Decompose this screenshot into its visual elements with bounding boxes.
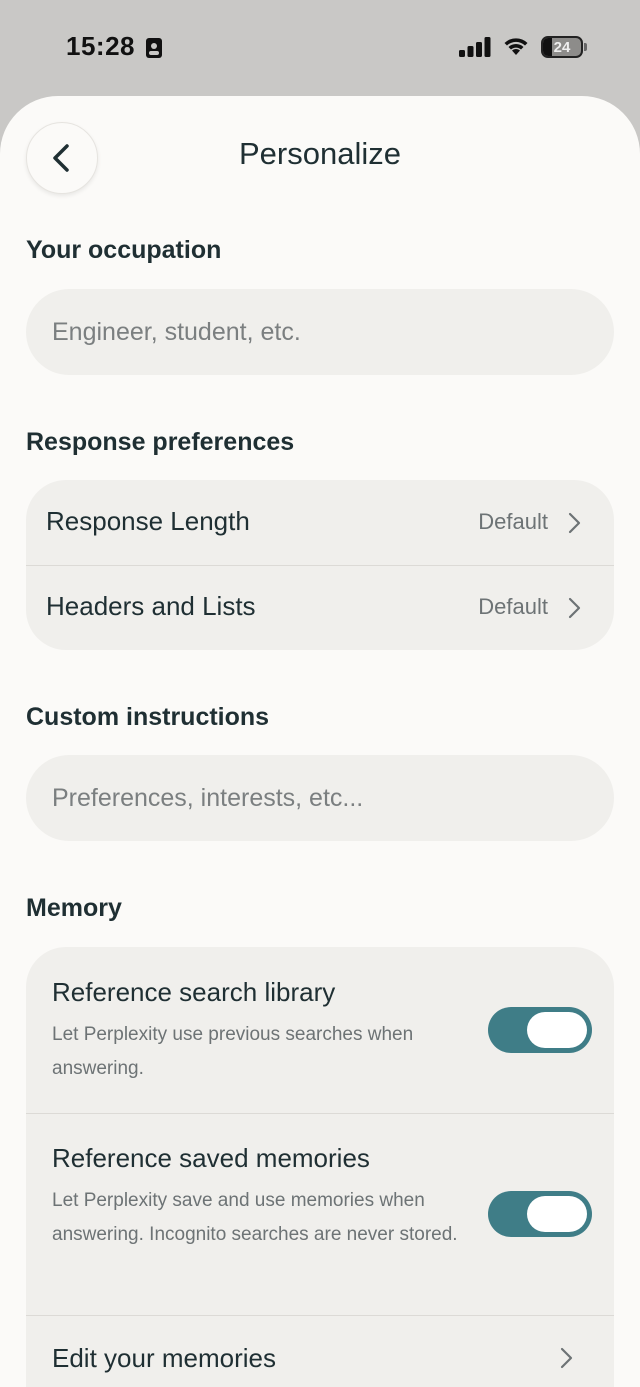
page-title: Personalize <box>239 136 401 171</box>
memory-group: Reference search library Let Perplexity … <box>26 947 614 1387</box>
toggle-knob <box>527 1012 587 1048</box>
status-time: 15:28 <box>66 31 135 61</box>
response-length-value: Default <box>478 509 548 534</box>
reference-search-library-toggle[interactable] <box>488 1007 592 1053</box>
cellular-signal-icon <box>459 37 491 57</box>
battery-cap <box>584 43 587 51</box>
section-title-custom-instructions: Custom instructions <box>26 703 270 731</box>
custom-instructions-input[interactable] <box>26 755 614 841</box>
reference-search-library-label: Reference search library <box>52 977 336 1007</box>
reference-search-library-description: Let Perplexity use previous searches whe… <box>52 1024 414 1079</box>
occupation-input[interactable] <box>26 289 614 375</box>
reference-saved-memories-row: Reference saved memories Let Perplexity … <box>26 1114 614 1315</box>
section-title-response-preferences: Response preferences <box>26 428 295 456</box>
chevron-right-icon <box>568 597 581 619</box>
section-title-memory: Memory <box>26 894 122 922</box>
toggle-knob <box>527 1196 587 1232</box>
chevron-right-icon <box>560 1347 573 1369</box>
status-bar: 15:28 24 <box>0 0 640 96</box>
edit-memories-row[interactable]: Edit your memories <box>26 1316 614 1387</box>
response-length-label: Response Length <box>46 506 250 536</box>
reference-saved-memories-description: Let Perplexity save and use memories whe… <box>52 1190 458 1245</box>
response-length-row[interactable]: Response Length Default <box>26 480 614 565</box>
battery-percent: 24 <box>553 38 571 56</box>
headers-and-lists-label: Headers and Lists <box>46 591 256 621</box>
wifi-icon <box>504 38 528 55</box>
reference-saved-memories-label: Reference saved memories <box>52 1143 370 1173</box>
id-card-icon <box>146 38 162 58</box>
battery-icon: 24 <box>541 36 583 58</box>
headers-and-lists-row[interactable]: Headers and Lists Default <box>26 566 614 650</box>
response-preferences-group: Response Length Default Headers and List… <box>26 480 614 650</box>
chevron-right-icon <box>568 512 581 534</box>
section-title-occupation: Your occupation <box>26 236 222 264</box>
reference-search-library-row: Reference search library Let Perplexity … <box>26 947 614 1113</box>
personalize-sheet: Personalize Your occupation Response pre… <box>0 96 640 1387</box>
headers-and-lists-value: Default <box>478 594 548 619</box>
edit-memories-label: Edit your memories <box>52 1343 276 1373</box>
reference-saved-memories-toggle[interactable] <box>488 1191 592 1237</box>
